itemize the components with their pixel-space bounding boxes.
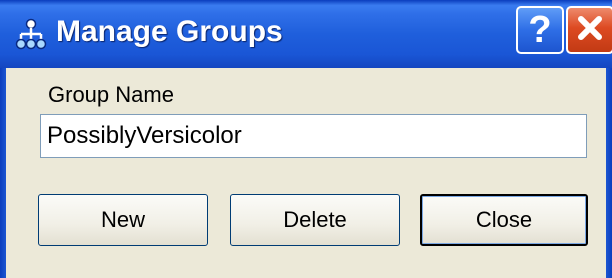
group-name-label: Group Name bbox=[48, 82, 174, 107]
window-frame-left bbox=[0, 68, 6, 278]
delete-button[interactable]: Delete bbox=[230, 194, 400, 246]
window-frame-right bbox=[606, 68, 612, 278]
new-button[interactable]: New bbox=[38, 194, 208, 246]
manage-groups-dialog: Manage Groups ? Group Name New Delete Cl… bbox=[0, 0, 612, 278]
title-bar[interactable]: Manage Groups ? bbox=[0, 0, 612, 68]
group-name-input[interactable] bbox=[40, 114, 587, 158]
close-button[interactable]: Close bbox=[420, 194, 588, 246]
close-x-icon bbox=[573, 11, 607, 50]
help-icon: ? bbox=[528, 8, 552, 51]
group-hierarchy-icon bbox=[14, 18, 48, 52]
help-button[interactable]: ? bbox=[516, 6, 564, 54]
window-close-button[interactable] bbox=[566, 6, 612, 54]
dialog-title: Manage Groups bbox=[56, 15, 283, 48]
